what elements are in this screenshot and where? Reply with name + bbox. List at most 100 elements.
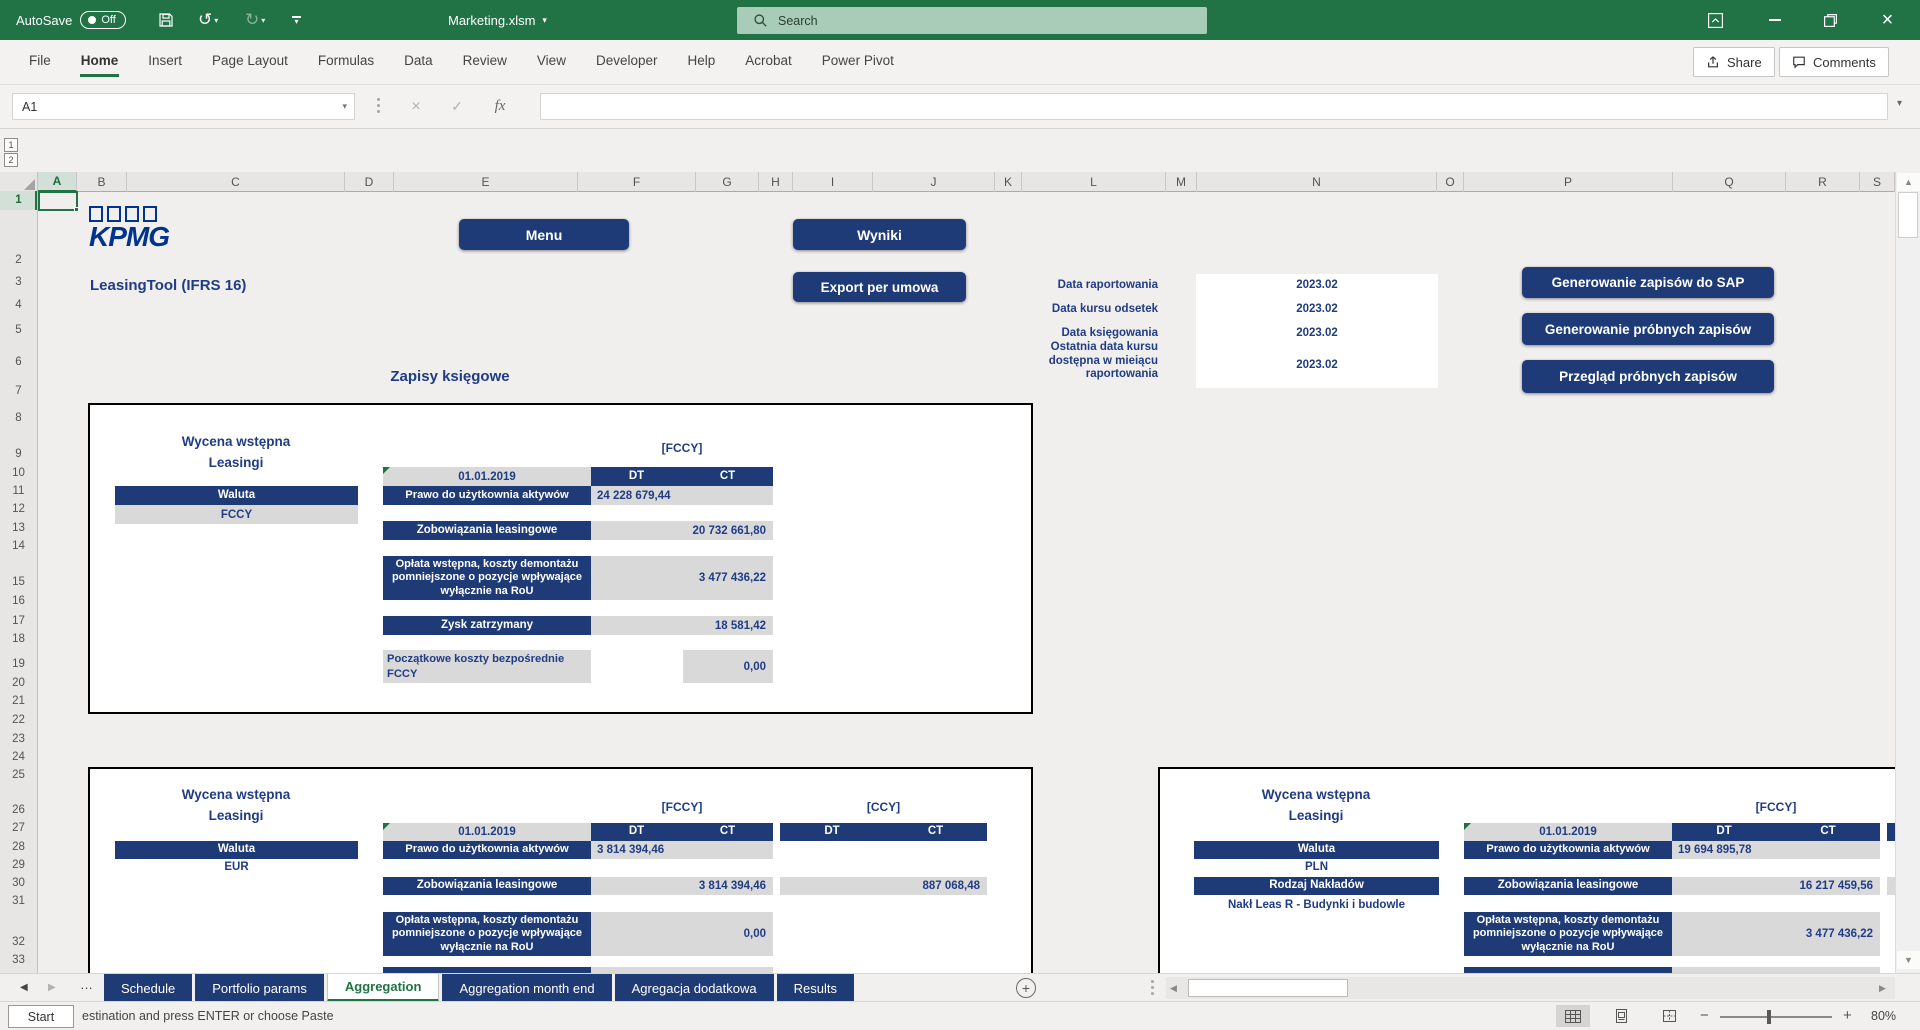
row-header[interactable]: 32: [0, 936, 37, 948]
table1-date-header-cell[interactable]: 01.01.2019: [383, 467, 591, 486]
row-header[interactable]: 18: [0, 633, 37, 645]
row-header[interactable]: 4: [0, 299, 37, 311]
row-header[interactable]: 26: [0, 804, 37, 816]
row-header[interactable]: 15: [0, 576, 37, 588]
sheet-tab[interactable]: Aggregation: [327, 974, 440, 1002]
formula-input[interactable]: [540, 93, 1888, 120]
row-header[interactable]: 12: [0, 503, 37, 515]
autosave-toggle[interactable]: AutoSave Off: [16, 0, 126, 40]
column-header[interactable]: O: [1437, 172, 1464, 192]
row-header[interactable]: 6: [0, 356, 37, 368]
insert-function-button[interactable]: fx: [481, 93, 519, 120]
row-header[interactable]: 33: [0, 954, 37, 966]
table2-row-zobowiazania-fccy-ct-value[interactable]: 3 814 394,46: [591, 877, 773, 895]
zoom-slider-thumb[interactable]: [1767, 1010, 1771, 1024]
generowanie-probnych-zapisow-button[interactable]: Generowanie próbnych zapisów: [1522, 313, 1774, 345]
column-header[interactable]: D: [345, 172, 394, 192]
zoom-in-button[interactable]: +: [1843, 1007, 1852, 1024]
name-box-caret-icon[interactable]: ▾: [342, 101, 347, 112]
przeglad-probnych-zapisow-button[interactable]: Przegląd próbnych zapisów: [1522, 360, 1774, 393]
table1-row-zysk-ct-value[interactable]: 18 581,42: [591, 616, 773, 635]
sheet-tab[interactable]: Schedule: [104, 974, 192, 1002]
document-title[interactable]: Marketing.xlsm ▾: [448, 0, 547, 40]
outline-level-1-button[interactable]: 1: [4, 138, 18, 152]
row-header[interactable]: 13: [0, 522, 37, 534]
table1-row-prawo-dt-value[interactable]: 24 228 679,44: [591, 486, 773, 505]
generowanie-zapisow-sap-button[interactable]: Generowanie zapisów do SAP: [1522, 267, 1774, 298]
horizontal-scrollbar[interactable]: ◀ ▶: [1166, 977, 1895, 999]
table3-row-prawo-dt-value[interactable]: 19 694 895,78: [1672, 841, 1880, 859]
row-header[interactable]: 14: [0, 540, 37, 552]
row-header[interactable]: 23: [0, 733, 37, 745]
ribbon-tab[interactable]: File: [14, 40, 66, 85]
page-layout-view-button[interactable]: [1604, 1005, 1638, 1027]
zoom-out-button[interactable]: −: [1700, 1007, 1709, 1024]
vertical-scrollbar[interactable]: ▲ ▼: [1895, 172, 1920, 973]
ribbon-tab[interactable]: Help: [673, 40, 731, 85]
restore-button[interactable]: [1808, 0, 1853, 40]
ribbon-tab[interactable]: Review: [448, 40, 522, 85]
row-header[interactable]: 25: [0, 769, 37, 781]
column-header[interactable]: R: [1786, 172, 1860, 192]
save-button[interactable]: [158, 0, 174, 40]
table2-date-header-cell[interactable]: 01.01.2019: [383, 823, 591, 841]
sheet-tab[interactable]: Results: [777, 974, 854, 1002]
outline-level-2-button[interactable]: 2: [4, 153, 18, 167]
row-header[interactable]: 20: [0, 677, 37, 689]
select-all-corner[interactable]: [0, 172, 38, 192]
row-header[interactable]: 24: [0, 751, 37, 763]
selected-cell-a1[interactable]: [38, 191, 78, 211]
row-header[interactable]: 5: [0, 324, 37, 336]
menu-button[interactable]: Menu: [459, 219, 629, 250]
column-header[interactable]: M: [1166, 172, 1197, 192]
redo-button[interactable]: ↻▾: [245, 0, 265, 40]
row-header[interactable]: 1: [0, 191, 37, 210]
horizontal-scroll-thumb[interactable]: [1188, 979, 1348, 997]
row-header[interactable]: 27: [0, 822, 37, 834]
row-header[interactable]: 2: [0, 254, 37, 266]
column-header[interactable]: B: [77, 172, 127, 192]
column-header[interactable]: N: [1197, 172, 1437, 192]
zoom-level-label[interactable]: 80%: [1871, 1009, 1896, 1023]
date-value-ksiegowania[interactable]: 2023.02: [1196, 327, 1438, 339]
hscroll-right-icon[interactable]: ▶: [1879, 983, 1886, 994]
sheet-nav-left-icon[interactable]: ◀: [20, 982, 28, 993]
sheet-tab[interactable]: Aggregation month end: [442, 974, 611, 1002]
date-value-kursu-odsetek[interactable]: 2023.02: [1196, 303, 1438, 315]
column-header[interactable]: P: [1464, 172, 1673, 192]
table2-row-prawo-fccy-dt-value[interactable]: 3 814 394,46: [591, 841, 773, 859]
sheet-tab[interactable]: Portfolio params: [195, 974, 324, 1002]
add-sheet-button[interactable]: +: [1016, 978, 1036, 998]
table3-waluta-value[interactable]: PLN: [1194, 861, 1439, 873]
ribbon-tab[interactable]: Power Pivot: [807, 40, 909, 85]
table2-waluta-value[interactable]: EUR: [115, 861, 358, 873]
autosave-pill[interactable]: Off: [80, 11, 125, 29]
undo-caret-icon[interactable]: ▾: [214, 16, 218, 25]
wyniki-button[interactable]: Wyniki: [793, 219, 966, 250]
cancel-entry-button[interactable]: ×: [397, 93, 435, 120]
row-header[interactable]: 8: [0, 412, 37, 424]
column-header[interactable]: H: [759, 172, 793, 192]
row-header[interactable]: 10: [0, 467, 37, 479]
table1-waluta-value[interactable]: FCCY: [115, 505, 358, 524]
column-header[interactable]: S: [1860, 172, 1895, 192]
column-header[interactable]: K: [995, 172, 1022, 192]
row-header[interactable]: 3: [0, 276, 37, 288]
confirm-entry-button[interactable]: ✓: [438, 93, 476, 120]
ribbon-tab[interactable]: View: [522, 40, 581, 85]
ribbon-tab[interactable]: Developer: [581, 40, 673, 85]
ribbon-tab[interactable]: Acrobat: [730, 40, 807, 85]
vertical-scroll-thumb[interactable]: [1898, 192, 1918, 238]
row-header[interactable]: 29: [0, 859, 37, 871]
sheet-nav-right-icon[interactable]: ▶: [48, 982, 56, 993]
row-header[interactable]: 7: [0, 385, 37, 397]
ribbon-tab[interactable]: Insert: [133, 40, 197, 85]
table1-row-poczatkowe-ct-value[interactable]: 0,00: [683, 650, 773, 683]
customize-qat-button[interactable]: ▾: [292, 0, 301, 40]
ribbon-tab[interactable]: Page Layout: [197, 40, 303, 85]
undo-button[interactable]: ↺▾: [198, 0, 218, 40]
row-header[interactable]: 19: [0, 658, 37, 670]
normal-view-button[interactable]: [1556, 1005, 1590, 1027]
column-header[interactable]: J: [873, 172, 995, 192]
comments-button[interactable]: Comments: [1779, 47, 1889, 77]
